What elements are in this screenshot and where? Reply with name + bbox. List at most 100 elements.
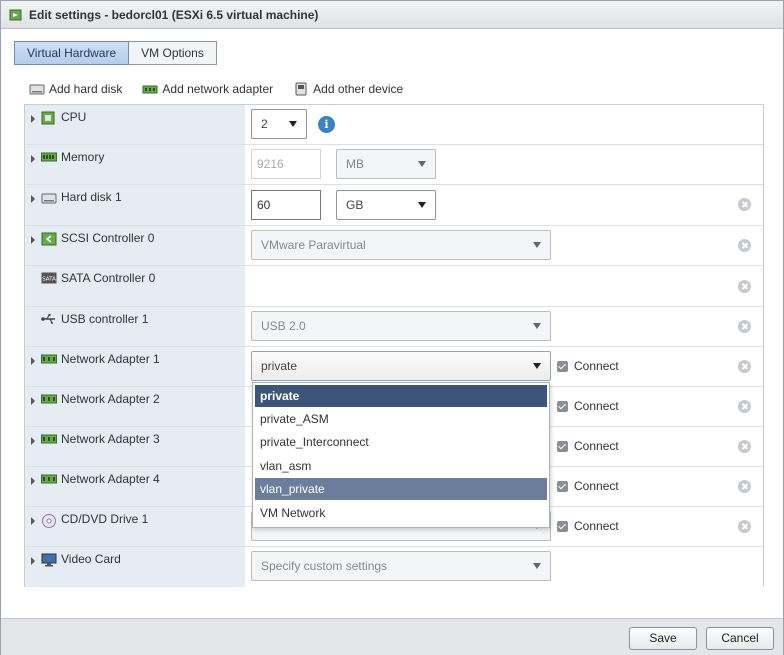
expand-arrow-icon[interactable]: [31, 517, 35, 525]
cd-dvd-icon: [42, 514, 56, 528]
dialog-titlebar: Edit settings - bedorcl01 (ESXi 6.5 virt…: [1, 1, 783, 29]
hard-disk-size-input[interactable]: 60: [251, 190, 321, 220]
row-label-sata: SATA Controller 0: [61, 271, 156, 285]
row-label-video-card: Video Card: [61, 552, 121, 566]
remove-icon[interactable]: [738, 520, 751, 533]
expand-arrow-icon[interactable]: [31, 155, 35, 163]
row-memory: Memory 9216 MB: [25, 145, 763, 185]
network-adapter-icon: [41, 434, 57, 444]
remove-icon[interactable]: [738, 440, 751, 453]
row-video-card: Video Card Specify custom settings: [25, 547, 763, 587]
dropdown-option-private-asm[interactable]: private_ASM: [255, 408, 547, 430]
expand-arrow-icon[interactable]: [31, 236, 35, 244]
usb-icon: [41, 314, 55, 324]
row-label-scsi: SCSI Controller 0: [61, 231, 155, 245]
video-card-select[interactable]: Specify custom settings: [251, 551, 551, 581]
info-icon[interactable]: i: [318, 116, 335, 133]
hardware-toolbar: Add hard disk Add network adapter Add ot…: [29, 81, 423, 97]
memory-size-input[interactable]: 9216: [251, 149, 321, 179]
row-hard-disk: Hard disk 1 60 GB: [25, 185, 763, 226]
row-cpu: CPU 2 i: [25, 105, 763, 145]
dialog-title: Edit settings - bedorcl01 (ESXi 6.5 virt…: [29, 8, 319, 22]
row-usb-controller: USB controller 1 USB 2.0: [25, 307, 763, 347]
checkbox-checked-icon: [557, 400, 568, 412]
dropdown-option-private[interactable]: private: [255, 385, 547, 407]
tab-virtual-hardware[interactable]: Virtual Hardware: [14, 41, 130, 65]
save-button[interactable]: Save: [629, 627, 697, 650]
row-label-cpu: CPU: [61, 110, 87, 124]
network-dropdown-list: private private_ASM private_Interconnect…: [252, 382, 550, 528]
chevron-down-icon: [418, 161, 426, 167]
connect-checkbox[interactable]: Connect: [557, 439, 619, 453]
dropdown-option-private-interconnect[interactable]: private_Interconnect: [255, 431, 547, 453]
row-scsi-controller: SCSI Controller 0 VMware Paravirtual: [25, 226, 763, 266]
dropdown-option-vlan-asm[interactable]: vlan_asm: [255, 455, 547, 477]
expand-arrow-icon[interactable]: [31, 115, 35, 123]
add-other-device-button[interactable]: Add other device: [293, 82, 403, 96]
hard-disk-icon: [29, 84, 45, 95]
monitor-icon: [41, 553, 57, 567]
add-network-adapter-label: Add network adapter: [162, 82, 274, 96]
row-sata-controller: SATA SATA Controller 0: [25, 266, 763, 307]
chevron-down-icon: [533, 242, 541, 248]
scsi-type-select[interactable]: VMware Paravirtual: [251, 230, 551, 260]
add-other-device-label: Add other device: [313, 82, 404, 96]
tab-vm-options[interactable]: VM Options: [129, 41, 217, 65]
edit-settings-dialog: Edit settings - bedorcl01 (ESXi 6.5 virt…: [0, 0, 784, 655]
dialog-footer: Save Cancel: [1, 618, 783, 655]
memory-icon: [41, 152, 57, 162]
row-label-network-adapter-4: Network Adapter 4: [61, 472, 160, 486]
remove-icon[interactable]: [738, 280, 751, 293]
row-label-hard-disk: Hard disk 1: [61, 190, 122, 204]
expand-arrow-icon[interactable]: [31, 397, 35, 405]
network-adapter-icon: [41, 394, 57, 404]
add-hard-disk-button[interactable]: Add hard disk: [29, 82, 122, 96]
chevron-down-icon: [533, 363, 541, 369]
row-network-adapter-1: Network Adapter 1 private Connect: [25, 347, 763, 387]
vm-icon: [9, 9, 22, 21]
expand-arrow-icon[interactable]: [31, 195, 35, 203]
cpu-count-select[interactable]: 2: [251, 109, 307, 139]
network-adapter-icon: [41, 474, 57, 484]
chevron-down-icon: [533, 563, 541, 569]
remove-icon[interactable]: [738, 239, 751, 252]
remove-icon[interactable]: [738, 480, 751, 493]
expand-arrow-icon[interactable]: [31, 437, 35, 445]
connect-checkbox[interactable]: Connect: [557, 519, 619, 533]
remove-icon[interactable]: [738, 400, 751, 413]
checkbox-checked-icon: [557, 360, 568, 372]
hard-disk-unit-select[interactable]: GB: [336, 190, 436, 220]
tab-bar: Virtual Hardware VM Options: [14, 41, 217, 65]
add-network-adapter-button[interactable]: Add network adapter: [142, 82, 273, 96]
dropdown-option-vm-network[interactable]: VM Network: [255, 502, 547, 524]
usb-type-select[interactable]: USB 2.0: [251, 311, 551, 341]
memory-unit-select[interactable]: MB: [336, 149, 436, 179]
row-label-network-adapter-3: Network Adapter 3: [61, 432, 160, 446]
cancel-button[interactable]: Cancel: [706, 627, 774, 650]
remove-icon[interactable]: [738, 360, 751, 373]
connect-checkbox[interactable]: Connect: [557, 399, 619, 413]
cpu-icon: [41, 111, 55, 125]
row-label-cd-dvd: CD/DVD Drive 1: [61, 512, 149, 526]
network-adapter-1-select[interactable]: private: [251, 351, 551, 381]
remove-icon[interactable]: [738, 198, 751, 211]
checkbox-checked-icon: [557, 480, 568, 492]
chevron-down-icon: [418, 202, 426, 208]
expand-arrow-icon[interactable]: [31, 357, 35, 365]
network-adapter-icon: [41, 354, 57, 364]
connect-checkbox[interactable]: Connect: [557, 479, 619, 493]
other-device-icon: [295, 82, 307, 96]
row-label-network-adapter-2: Network Adapter 2: [61, 392, 160, 406]
expand-arrow-icon[interactable]: [31, 557, 35, 565]
chevron-down-icon: [289, 121, 297, 127]
remove-icon[interactable]: [738, 320, 751, 333]
connect-checkbox[interactable]: Connect: [557, 359, 619, 373]
checkbox-checked-icon: [557, 520, 568, 532]
dropdown-option-vlan-private[interactable]: vlan_private: [255, 478, 547, 500]
add-hard-disk-label: Add hard disk: [49, 82, 123, 96]
row-label-network-adapter-1: Network Adapter 1: [61, 352, 160, 366]
expand-arrow-icon[interactable]: [31, 477, 35, 485]
scsi-controller-icon: [41, 232, 57, 246]
row-label-memory: Memory: [61, 150, 105, 164]
chevron-down-icon: [533, 323, 541, 329]
